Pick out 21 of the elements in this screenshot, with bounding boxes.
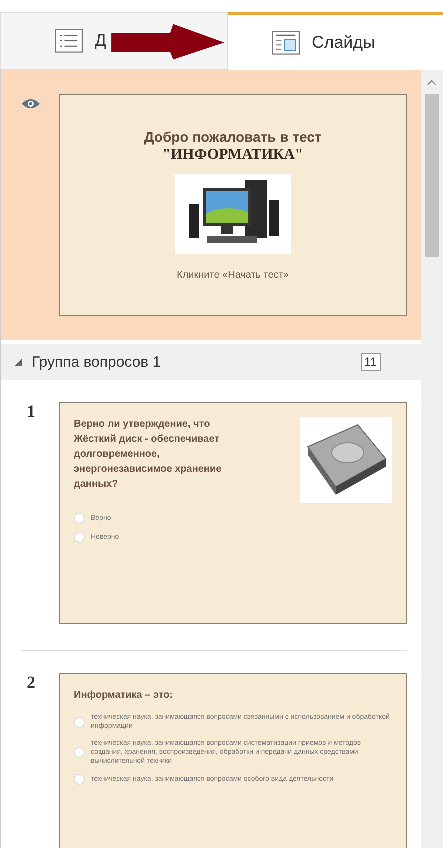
radio-button[interactable] [74,716,85,728]
radio-button[interactable] [74,532,85,543]
slide-hint: Кликните «Начать тест» [177,270,289,281]
radio-button[interactable] [74,513,85,524]
slides-icon [272,30,300,54]
group-header[interactable]: Группа вопросов 1 11 [1,344,421,380]
scrollbar[interactable] [421,70,443,848]
slide-item[interactable]: Добро пожаловать в тест "ИНФОРМАТИКА" Кликните «Начать тест» [1,70,421,340]
scrollbar-thumb[interactable] [425,94,439,257]
scroll-up-icon[interactable] [427,80,437,86]
slide-title: "ИНФОРМАТИКА" [162,147,304,164]
question-text: Верно ли утверждение, что Жёсткий диск - обеспечивает долговременное, энергонезависимое хранение данных? [74,418,223,492]
radio-button[interactable] [74,747,85,758]
slide-number: 2 [27,673,36,694]
radio-button[interactable] [74,774,85,785]
group-title: Группа вопросов 1 [32,354,162,370]
slide-title: Добро пожаловать в тест [144,129,322,145]
slide-count: 11 [360,353,381,371]
question-text: Информатика – это: [74,689,174,703]
list-icon [55,29,83,53]
slide-number: 1 [27,402,36,423]
